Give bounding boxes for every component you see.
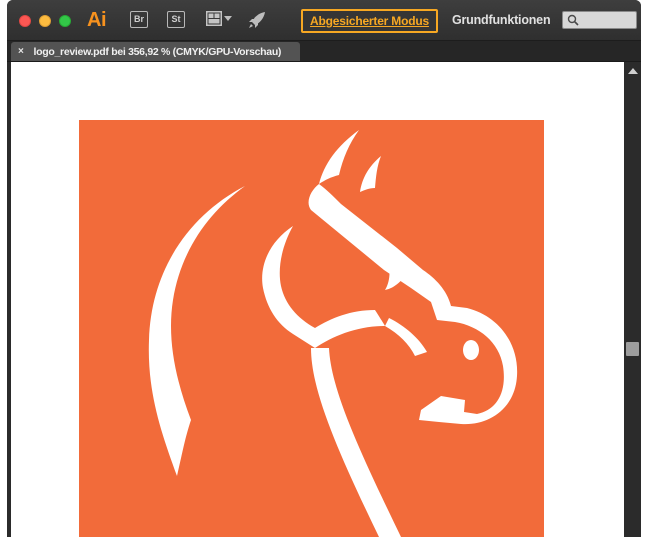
- window-maximize-button[interactable]: [59, 15, 71, 27]
- tab-close-icon[interactable]: ×: [18, 46, 24, 57]
- scrollbar-thumb[interactable]: [626, 342, 639, 356]
- window-close-button[interactable]: [19, 15, 31, 27]
- chevron-down-icon[interactable]: [224, 16, 232, 21]
- window-minimize-button[interactable]: [39, 15, 51, 27]
- document-tab[interactable]: × logo_review.pdf bei 356,92 % (CMYK/GPU…: [11, 42, 300, 61]
- vertical-scrollbar[interactable]: [624, 62, 641, 537]
- illustrator-window: Ai Br St Abgesicherter Modus Grundfunkti…: [7, 0, 641, 537]
- document-tab-label: logo_review.pdf bei 356,92 % (CMYK/GPU-V…: [33, 45, 282, 58]
- search-field[interactable]: [562, 11, 637, 29]
- search-icon: [567, 14, 579, 26]
- workspace-switcher[interactable]: Grundfunktionen: [452, 13, 551, 27]
- layout-grid-icon[interactable]: [206, 11, 222, 26]
- stock-button[interactable]: St: [167, 11, 185, 28]
- safe-mode-button[interactable]: Abgesicherter Modus: [301, 9, 438, 33]
- app-logo: Ai: [87, 9, 107, 31]
- bridge-button[interactable]: Br: [130, 11, 148, 28]
- artboard-canvas[interactable]: [11, 62, 624, 537]
- document-tab-bar: × logo_review.pdf bei 356,92 % (CMYK/GPU…: [7, 41, 641, 62]
- title-bar: Ai Br St Abgesicherter Modus Grundfunkti…: [7, 0, 641, 41]
- horse-logo-artwork: [79, 120, 544, 537]
- rocket-icon[interactable]: [248, 11, 266, 29]
- search-input[interactable]: [581, 13, 635, 27]
- chevron-up-icon[interactable]: [628, 68, 638, 74]
